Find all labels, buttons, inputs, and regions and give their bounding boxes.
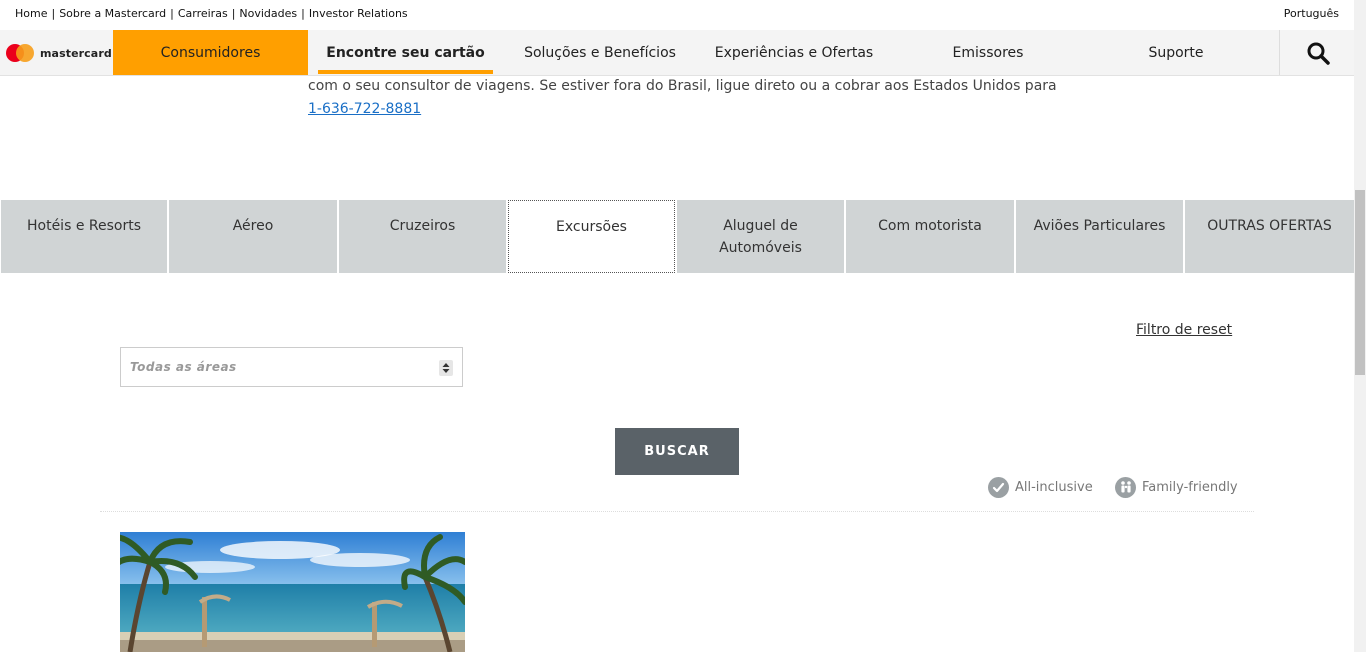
nav-suporte[interactable]: Suporte <box>1126 30 1226 75</box>
nav-emissores[interactable]: Emissores <box>928 30 1048 75</box>
mastercard-logo[interactable]: mastercard <box>6 43 112 63</box>
search-submit-button[interactable]: BUSCAR <box>615 428 739 475</box>
tab-excursoes[interactable]: Excursões <box>508 200 675 273</box>
search-icon <box>1307 42 1330 65</box>
tab-aereo[interactable]: Aéreo <box>169 200 337 273</box>
legend-label: All-inclusive <box>1015 479 1093 495</box>
family-icon <box>1115 476 1136 498</box>
tab-outras-ofertas[interactable]: OUTRAS OFERTAS <box>1185 200 1354 273</box>
separator: | <box>301 7 305 20</box>
main-nav: mastercard Consumidores Encontre seu car… <box>0 30 1354 76</box>
language-selector[interactable]: Português <box>1284 7 1339 20</box>
area-select-value: Todas as áreas <box>130 360 237 374</box>
tab-aluguel-automoveis[interactable]: Aluguel de Automóveis <box>677 200 844 273</box>
nav-encontre-seu-cartao[interactable]: Encontre seu cartão <box>318 30 493 75</box>
link-investor-relations[interactable]: Investor Relations <box>309 7 408 20</box>
link-novidades[interactable]: Novidades <box>239 7 297 20</box>
select-arrows-icon <box>439 360 453 376</box>
legend-family-friendly: Family-friendly <box>1115 476 1238 498</box>
tab-avioes-particulares[interactable]: Aviões Particulares <box>1016 200 1183 273</box>
intro-paragraph: com o seu consultor de viagens. Se estiv… <box>308 78 1057 94</box>
link-carreiras[interactable]: Carreiras <box>178 7 228 20</box>
reset-filter-link[interactable]: Filtro de reset <box>1136 322 1232 338</box>
utility-bar: Home | Sobre a Mastercard | Carreiras | Novida… <box>0 0 1354 30</box>
category-tabs: Hotéis e Resorts Aéreo Cruzeiros Excursõ… <box>0 200 1354 273</box>
nav-consumidores[interactable]: Consumidores <box>113 30 308 75</box>
excursion-image[interactable] <box>120 532 465 652</box>
utility-links: Home | Sobre a Mastercard | Carreiras | Novida… <box>15 7 408 20</box>
separator: | <box>170 7 174 20</box>
nav-experiencias-ofertas[interactable]: Experiências e Ofertas <box>700 30 888 75</box>
phone-link[interactable]: 1-636-722-8881 <box>308 101 421 117</box>
link-home[interactable]: Home <box>15 7 47 20</box>
logo-wordmark: mastercard <box>40 46 112 60</box>
legend-label: Family-friendly <box>1142 479 1238 495</box>
divider <box>100 511 1254 512</box>
checkmark-icon <box>988 476 1009 498</box>
tab-cruzeiros[interactable]: Cruzeiros <box>339 200 506 273</box>
nav-solucoes-beneficios[interactable]: Soluções e Benefícios <box>510 30 690 75</box>
area-select[interactable]: Todas as áreas <box>120 347 463 387</box>
separator: | <box>231 7 236 20</box>
link-sobre[interactable]: Sobre a Mastercard <box>59 7 166 20</box>
tab-com-motorista[interactable]: Com motorista <box>846 200 1014 273</box>
tab-hoteis-resorts[interactable]: Hotéis e Resorts <box>1 200 167 273</box>
search-button[interactable] <box>1279 30 1355 75</box>
legend-all-inclusive: All-inclusive <box>988 476 1093 498</box>
logo-orange-circle <box>16 44 34 62</box>
scrollbar-thumb[interactable] <box>1355 190 1365 375</box>
separator: | <box>51 7 56 20</box>
intro-text: com o seu consultor de viagens. Se estiv… <box>308 75 1068 121</box>
beach-photo <box>120 532 465 652</box>
active-nav-indicator <box>318 70 493 74</box>
